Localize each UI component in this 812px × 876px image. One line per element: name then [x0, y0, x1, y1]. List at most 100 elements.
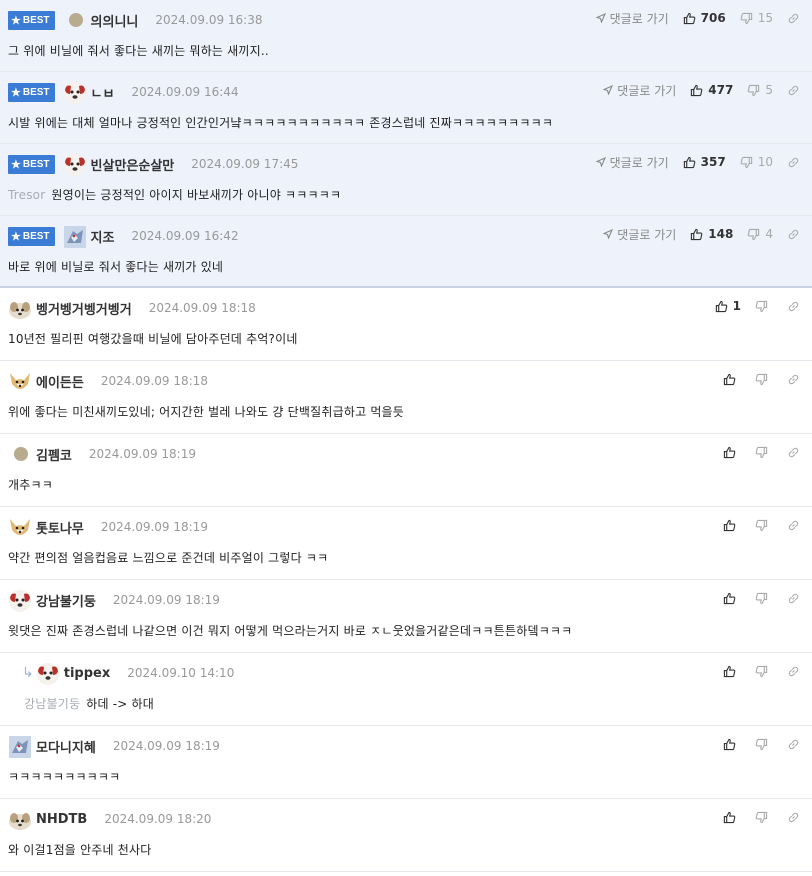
- avatar[interactable]: [63, 153, 86, 176]
- like-button[interactable]: [723, 519, 741, 532]
- avatar[interactable]: [8, 735, 31, 758]
- link-icon[interactable]: [787, 811, 800, 824]
- link-icon[interactable]: [787, 300, 800, 313]
- thumbs-down-icon: [755, 446, 768, 458]
- dislike-button[interactable]: 4: [747, 227, 773, 241]
- nickname[interactable]: NHDTB: [36, 812, 87, 827]
- goto-comment-button[interactable]: 댓글로 가기: [603, 226, 676, 243]
- reply-target-name[interactable]: Tresor: [8, 188, 45, 202]
- nickname[interactable]: ㄴㅂ: [91, 83, 115, 102]
- comment-date: 2024.09.09 18:19: [100, 520, 208, 534]
- link-icon[interactable]: [787, 84, 800, 97]
- nickname[interactable]: 지조: [91, 227, 115, 246]
- avatar[interactable]: [63, 81, 86, 104]
- avatar[interactable]: [68, 13, 83, 27]
- avatar[interactable]: [14, 447, 28, 461]
- avatar[interactable]: [63, 225, 86, 248]
- nickname[interactable]: tippex: [64, 666, 110, 681]
- comment-text: 그 위에 비닐에 줘서 좋다는 새끼는 뭐하는 새끼지..: [8, 44, 269, 58]
- goto-comment-button[interactable]: 댓글로 가기: [595, 10, 669, 27]
- nickname[interactable]: 에이든든: [36, 372, 84, 391]
- reply-comment: ↳ tippex 2024.09.10 14:10 강남불기둥 하데 -> 하대: [0, 653, 812, 726]
- like-button[interactable]: [723, 446, 741, 459]
- dislike-button[interactable]: 10: [740, 155, 773, 169]
- like-button[interactable]: 357: [683, 155, 726, 169]
- comment: 강남불기둥 2024.09.09 18:19 윗댓은 진짜 존경스럽네 나같으면…: [0, 580, 812, 653]
- link-icon[interactable]: [787, 592, 800, 605]
- avatar[interactable]: [8, 589, 31, 612]
- dislike-button[interactable]: [755, 665, 773, 678]
- best-badge: ★ BEST: [8, 154, 55, 174]
- dislike-count: 10: [757, 155, 773, 169]
- goto-comment-button[interactable]: 댓글로 가기: [603, 82, 676, 99]
- nickname[interactable]: 빈살만은순살만: [91, 155, 175, 174]
- like-button[interactable]: 1: [715, 299, 741, 313]
- comment: 모다니지혜 2024.09.09 18:19 ㅋㅋㅋㅋㅋㅋㅋㅋㅋㅋ: [0, 726, 812, 799]
- nickname[interactable]: 모다니지혜: [36, 737, 96, 756]
- nickname[interactable]: 벵거벵거벵거벵거: [36, 299, 132, 318]
- like-button[interactable]: [723, 373, 741, 386]
- avatar[interactable]: [8, 516, 30, 538]
- send-icon: [595, 13, 606, 23]
- link-icon[interactable]: [787, 665, 800, 678]
- send-icon: [603, 229, 614, 239]
- thumbs-down-icon: [740, 12, 752, 24]
- nickname[interactable]: 의의니니: [91, 11, 139, 30]
- link-icon[interactable]: [787, 156, 800, 169]
- like-button[interactable]: [723, 811, 741, 824]
- thumbs-down-icon: [755, 373, 768, 385]
- comment-date: 2024.09.09 18:18: [100, 374, 208, 388]
- comment-text: 개추ㅋㅋ: [8, 478, 53, 492]
- link-icon[interactable]: [787, 738, 800, 751]
- dislike-button[interactable]: [755, 592, 773, 605]
- dislike-button[interactable]: 15: [740, 11, 773, 25]
- thumbs-up-icon: [715, 300, 727, 312]
- comment: 톳토나무 2024.09.09 18:19 약간 편의점 얼음컵음료 느낌으로 …: [0, 507, 812, 580]
- comment-text: 시발 위에는 대체 얼마나 긍정적인 인간인거냨ㅋㅋㅋㅋㅋㅋㅋㅋㅋㅋㅋ 존경스럽…: [8, 116, 554, 130]
- comment-date: 2024.09.09 18:19: [112, 593, 220, 607]
- dislike-button[interactable]: [755, 373, 773, 386]
- link-icon[interactable]: [787, 373, 800, 386]
- comment: NHDTB 2024.09.09 18:20 와 이걸1점을 안주네 천사다: [0, 799, 812, 872]
- thumbs-up-icon: [691, 228, 703, 240]
- like-button[interactable]: [723, 738, 741, 751]
- comment-text: 윗댓은 진짜 존경스럽네 나같으면 이건 뭐지 어떻게 먹으라는거지 바로 ㅈㄴ…: [8, 624, 573, 638]
- thumbs-down-icon: [755, 519, 768, 531]
- comment-date: 2024.09.09 18:19: [88, 447, 196, 461]
- avatar[interactable]: [8, 808, 31, 830]
- nickname[interactable]: 강남불기둥: [36, 591, 96, 610]
- comment-text: ㅋㅋㅋㅋㅋㅋㅋㅋㅋㅋ: [8, 770, 121, 784]
- comment-text: 위에 좋다는 미친새끼도있네; 어지간한 벌레 나와도 걍 단백질취급하고 먹을…: [8, 405, 405, 419]
- avatar[interactable]: [8, 297, 31, 319]
- like-count: 357: [700, 155, 726, 169]
- nickname[interactable]: 김펨코: [36, 445, 72, 464]
- avatar[interactable]: [8, 370, 30, 392]
- link-icon[interactable]: [787, 228, 800, 241]
- comment-date: 2024.09.09 18:20: [104, 812, 212, 826]
- dislike-button[interactable]: 5: [747, 83, 773, 97]
- star-icon: ★: [11, 230, 21, 243]
- like-button[interactable]: 706: [683, 11, 726, 25]
- thumbs-down-icon: [755, 665, 768, 677]
- comment: 김펨코 2024.09.09 18:19 개추ㅋㅋ: [0, 434, 812, 507]
- link-icon[interactable]: [787, 446, 800, 459]
- reply-target-name[interactable]: 강남불기둥: [24, 697, 80, 711]
- like-button[interactable]: 477: [690, 83, 733, 97]
- thumbs-down-icon: [755, 592, 768, 604]
- thumbs-up-icon: [723, 592, 736, 604]
- link-icon[interactable]: [787, 519, 800, 532]
- avatar[interactable]: [36, 662, 59, 685]
- like-button[interactable]: [723, 592, 741, 605]
- goto-comment-button[interactable]: 댓글로 가기: [595, 154, 669, 171]
- nickname[interactable]: 톳토나무: [36, 518, 84, 537]
- dislike-button[interactable]: [755, 738, 773, 751]
- like-button[interactable]: [723, 665, 741, 678]
- dislike-button[interactable]: [755, 300, 773, 313]
- link-icon[interactable]: [787, 12, 800, 25]
- dislike-button[interactable]: [755, 519, 773, 532]
- like-button[interactable]: 148: [690, 227, 733, 241]
- dislike-button[interactable]: [755, 811, 773, 824]
- thumbs-up-icon: [723, 738, 736, 750]
- dislike-button[interactable]: [755, 446, 773, 459]
- send-icon: [603, 85, 614, 95]
